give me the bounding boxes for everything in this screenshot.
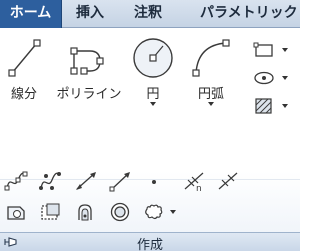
3d-polyline-icon[interactable] xyxy=(74,201,98,223)
line-icon xyxy=(8,39,41,77)
polyline-label: ポリライン xyxy=(56,87,122,102)
divide-icon[interactable]: n xyxy=(182,170,206,192)
draw-panel: 線分 ポリライン 円 円弧 n xyxy=(0,29,300,232)
region-icon[interactable] xyxy=(4,201,28,223)
measure-icon[interactable] xyxy=(216,170,240,192)
hatch-icon xyxy=(255,98,272,114)
wipeout-icon[interactable] xyxy=(38,201,62,223)
spline-cv-icon[interactable] xyxy=(38,170,62,192)
ellipse-icon xyxy=(254,71,274,85)
panel-title: 作成 xyxy=(136,238,163,251)
panel-footer[interactable]: 作成 xyxy=(0,232,300,251)
revision-cloud-icon[interactable] xyxy=(142,201,166,223)
tab-insert[interactable]: 挿入 xyxy=(76,0,104,28)
line-label: 線分 xyxy=(10,87,37,102)
rectangle-button[interactable] xyxy=(252,39,288,61)
ellipse-button[interactable] xyxy=(252,67,288,89)
polyline-button[interactable]: ポリライン xyxy=(56,35,122,102)
circle-label: 円 xyxy=(146,87,160,102)
rectangle-icon xyxy=(253,42,273,57)
arc-label: 円弧 xyxy=(197,87,224,102)
donut-icon[interactable] xyxy=(108,201,132,223)
tab-annotate[interactable]: 注釈 xyxy=(134,0,162,28)
ribbon-tab-bar: ホーム 挿入 注釈 パラメトリック xyxy=(0,0,300,28)
point-icon[interactable] xyxy=(142,170,166,192)
svg-text:n: n xyxy=(196,184,202,192)
rectangle-dropdown-icon[interactable] xyxy=(282,48,288,52)
arc-button[interactable]: 円弧 xyxy=(186,35,236,106)
spline-fit-icon[interactable] xyxy=(4,170,28,192)
circle-button[interactable]: 円 xyxy=(128,35,178,106)
revision-cloud-dropdown-icon[interactable] xyxy=(170,210,176,214)
ellipse-dropdown-icon[interactable] xyxy=(282,76,288,80)
arc-dropdown-icon[interactable] xyxy=(208,102,214,106)
ray-icon[interactable] xyxy=(108,170,132,192)
line-button[interactable]: 線分 xyxy=(2,35,46,102)
tab-home[interactable]: ホーム xyxy=(0,0,62,28)
arc-icon xyxy=(192,39,230,77)
circle-dropdown-icon[interactable] xyxy=(150,102,156,106)
hatch-dropdown-icon[interactable] xyxy=(282,104,288,108)
construction-line-icon[interactable] xyxy=(74,170,98,192)
circle-icon xyxy=(133,38,173,78)
tab-parametric[interactable]: パラメトリック xyxy=(200,0,298,28)
polyline-icon xyxy=(70,47,104,75)
hatch-button[interactable] xyxy=(252,95,288,117)
